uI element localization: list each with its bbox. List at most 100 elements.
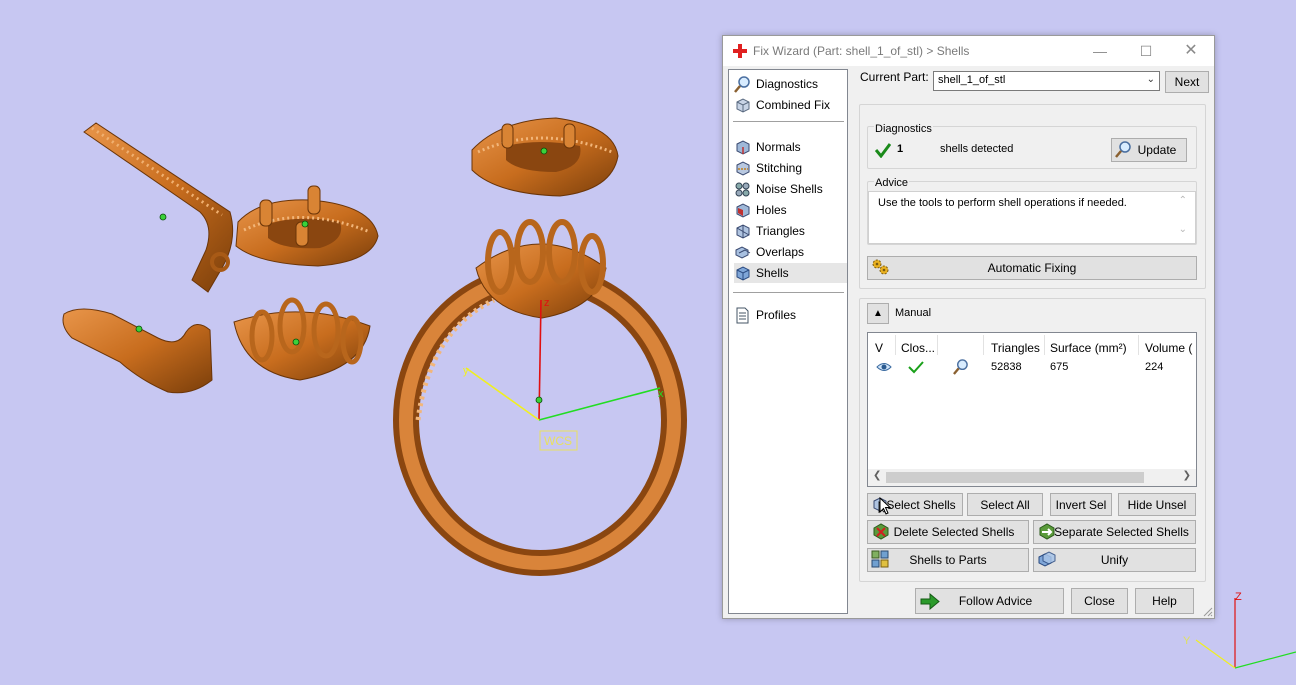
wcs-x-label: x [658, 388, 664, 400]
column-header[interactable]: Triangles [991, 341, 1040, 355]
nav-separator [733, 121, 844, 122]
column-header[interactable]: Volume ( [1145, 341, 1192, 355]
delete-shell-icon [873, 523, 889, 540]
delete-selected-label: Delete Selected Shells [893, 525, 1015, 539]
halo-setting-piece-left[interactable] [235, 185, 379, 267]
select-all-button[interactable]: Select All [967, 493, 1043, 516]
close-label: Close [1084, 594, 1115, 608]
shells-count: 1 [897, 143, 904, 155]
prong-basket-piece[interactable] [233, 297, 371, 381]
document-icon [736, 307, 749, 323]
shells-table[interactable]: V Clos... Triangles Surface (mm²) Volume… [867, 332, 1197, 487]
shells-to-parts-button[interactable]: Shells to Parts [867, 548, 1029, 572]
hide-unsel-button[interactable]: Hide Unsel [1118, 493, 1196, 516]
overlaps-icon [735, 245, 751, 259]
follow-advice-label: Follow Advice [958, 594, 1033, 608]
select-all-label: Select All [980, 497, 1030, 512]
row-surface: 675 [1050, 361, 1069, 373]
shells-to-parts-label: Shells to Parts [909, 553, 987, 567]
nav-holes[interactable]: Holes [734, 200, 847, 220]
column-divider [937, 335, 938, 355]
chevron-down-icon: ⌄ [1146, 74, 1155, 85]
column-header[interactable]: Surface (mm²) [1050, 341, 1127, 355]
nav-stitching[interactable]: Stitching [734, 158, 847, 178]
corner-z-label: Z [1235, 591, 1242, 603]
title-bar[interactable]: Fix Wizard (Part: shell_1_of_stl) > Shel… [723, 36, 1214, 66]
maximize-button[interactable]: ☐ [1123, 36, 1169, 66]
update-button[interactable]: Update [1111, 138, 1187, 162]
holes-icon [736, 202, 750, 218]
nav-profiles[interactable]: Profiles [734, 305, 847, 325]
nav-overlaps[interactable]: Overlaps [734, 242, 847, 262]
unify-icon [1038, 551, 1056, 567]
column-header[interactable]: Clos... [901, 341, 935, 355]
close-button[interactable]: Close [1071, 588, 1128, 614]
column-divider [1044, 335, 1045, 355]
nav-separator [733, 292, 844, 293]
nav-normals[interactable]: Normals [734, 137, 847, 157]
invert-sel-button[interactable]: Invert Sel [1050, 493, 1112, 516]
wcs-y-label: y [463, 365, 469, 377]
column-divider [895, 335, 896, 355]
magnifier-icon [734, 75, 750, 93]
eye-icon[interactable] [876, 361, 892, 373]
fix-wizard-dialog: Fix Wizard (Part: shell_1_of_stl) > Shel… [722, 35, 1215, 619]
wcs-z-label: z [544, 297, 550, 309]
halo-setting-piece-right[interactable] [471, 117, 619, 197]
triangles-icon [736, 223, 750, 239]
nav-diagnostics[interactable]: Diagnostics [734, 74, 847, 94]
nav-holes-label: Holes [756, 203, 787, 217]
window-title: Fix Wizard (Part: shell_1_of_stl) > Shel… [753, 44, 970, 58]
automatic-fixing-button[interactable]: Automatic Fixing [867, 256, 1197, 280]
nav-combined-fix[interactable]: Combined Fix [734, 95, 847, 115]
magnifier-icon[interactable] [953, 359, 969, 375]
select-shells-label: Select Shells [886, 497, 956, 512]
resize-grip-icon[interactable] [1203, 607, 1213, 617]
unify-button[interactable]: Unify [1033, 548, 1196, 572]
ring-band-piece-lower[interactable] [62, 308, 213, 394]
shells-to-parts-icon [871, 550, 889, 568]
scroll-up-icon[interactable]: ⌃ [1179, 195, 1187, 206]
scroll-left-icon[interactable]: ❮ [873, 470, 881, 481]
noise-shells-icon [735, 182, 750, 196]
nav-shells[interactable]: Shells [734, 263, 847, 283]
nav-stitching-label: Stitching [756, 161, 803, 175]
hide-unsel-label: Hide Unsel [1127, 497, 1187, 512]
nav-noise-shells[interactable]: Noise Shells [734, 179, 847, 199]
close-window-button[interactable]: ✕ [1168, 36, 1214, 66]
shells-detected-text: shells detected [940, 143, 1014, 155]
follow-advice-button[interactable]: Follow Advice [915, 588, 1064, 614]
minimize-button[interactable]: — [1077, 36, 1123, 66]
column-divider [983, 335, 984, 355]
delete-selected-shells-button[interactable]: Delete Selected Shells [867, 520, 1029, 544]
collapse-manual-button[interactable]: ▲ [867, 303, 889, 324]
column-header[interactable]: V [875, 341, 883, 355]
next-button[interactable]: Next [1165, 71, 1209, 93]
current-part-select[interactable]: shell_1_of_stl ⌄ [933, 71, 1160, 91]
scroll-right-icon[interactable]: ❯ [1183, 470, 1191, 481]
advice-text-box[interactable]: Use the tools to perform shell operation… [868, 191, 1196, 244]
ring-band-piece-upper[interactable] [83, 122, 234, 293]
magnifier-icon [1115, 141, 1131, 158]
separate-selected-shells-button[interactable]: Separate Selected Shells [1033, 520, 1196, 544]
next-button-label: Next [1174, 75, 1200, 89]
arrow-right-icon [920, 593, 940, 610]
nav-profiles-label: Profiles [756, 308, 797, 322]
scroll-down-icon[interactable]: ⌄ [1179, 224, 1187, 235]
nav-overlaps-label: Overlaps [756, 245, 805, 259]
scroll-thumb[interactable] [886, 472, 1144, 483]
nav-shells-label: Shells [756, 266, 789, 280]
stitching-icon [736, 160, 750, 176]
nav-triangles-label: Triangles [756, 224, 805, 238]
advice-text: Use the tools to perform shell operation… [878, 197, 1127, 209]
nav-normals-label: Normals [756, 140, 801, 154]
nav-diagnostics-label: Diagnostics [756, 77, 819, 91]
checkmark-icon [875, 143, 891, 158]
separate-shell-icon [1039, 523, 1055, 540]
nav-triangles[interactable]: Triangles [734, 221, 847, 241]
table-horizontal-scrollbar[interactable]: ❮ ❯ [868, 469, 1196, 486]
help-button[interactable]: Help [1135, 588, 1194, 614]
invert-sel-label: Invert Sel [1055, 497, 1107, 512]
chevron-up-icon: ▲ [873, 308, 883, 319]
cube-icon [736, 97, 750, 113]
